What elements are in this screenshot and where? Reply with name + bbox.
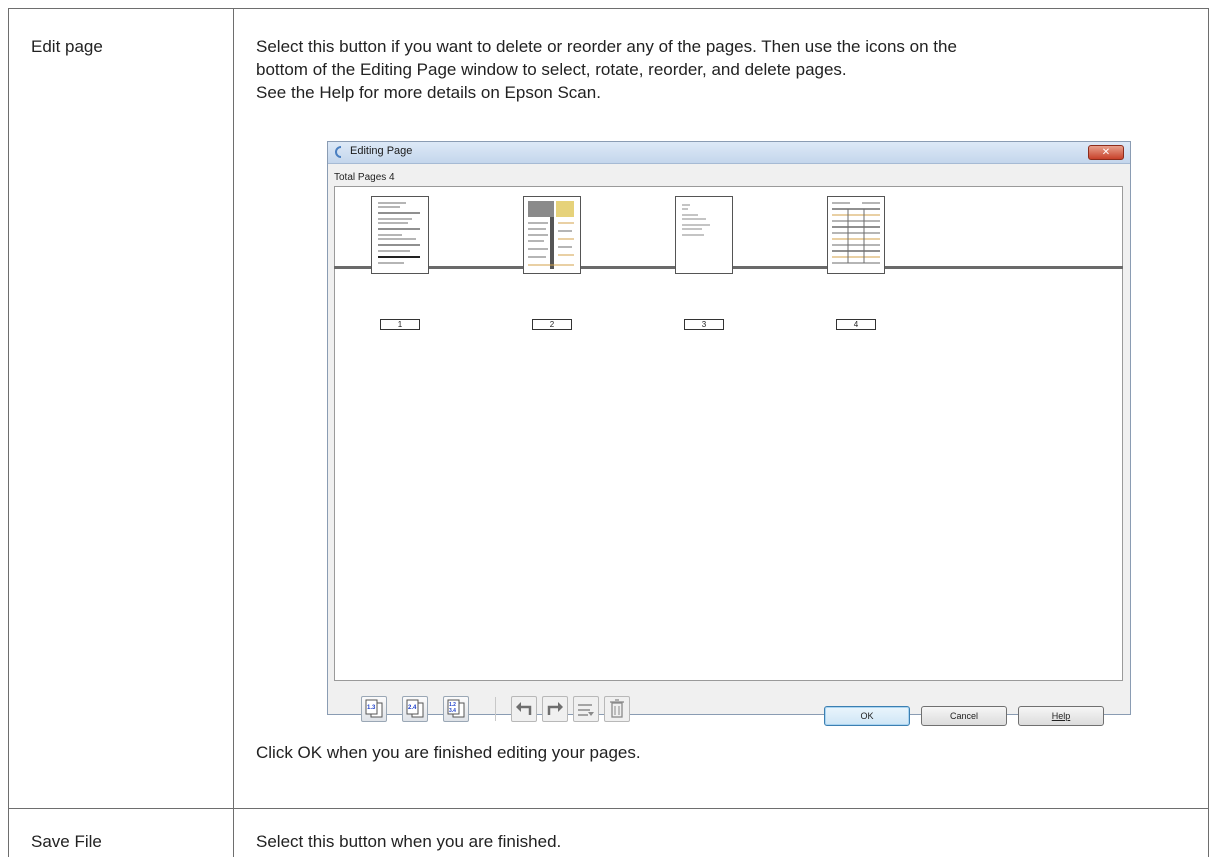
- page-preview-pane: [334, 269, 1123, 681]
- page-thumbnail-4[interactable]: [827, 196, 885, 274]
- page-number-label-2: 2: [532, 319, 572, 330]
- select-even-pages-icon: 2.4: [406, 699, 424, 718]
- editing-page-dialog: Editing Page ✕ Total Pages 4 1 2 3 4 1.3…: [327, 141, 1131, 726]
- rotate-left-button[interactable]: [511, 696, 537, 722]
- page-thumbnail-3[interactable]: [675, 196, 733, 274]
- cancel-button[interactable]: Cancel: [921, 706, 1007, 726]
- total-pages-label: Total Pages 4: [334, 172, 395, 183]
- reorder-pages-icon: [578, 704, 594, 716]
- svg-text:3.4: 3.4: [449, 708, 456, 714]
- svg-text:1.3: 1.3: [367, 705, 376, 711]
- select-all-pages-icon: 1.2 3.4: [447, 699, 465, 718]
- dialog-title: Editing Page: [350, 145, 413, 157]
- page-4-document-icon: [832, 202, 880, 264]
- select-even-pages-button[interactable]: 2.4: [402, 696, 428, 722]
- row-label-edit-page: Edit page: [31, 37, 103, 56]
- select-odd-pages-icon: 1.3: [365, 699, 383, 718]
- delete-page-icon: [610, 699, 624, 718]
- table-border-right: [1208, 8, 1209, 857]
- table-column-divider: [233, 8, 234, 857]
- table-border-left: [8, 8, 9, 857]
- reorder-pages-button[interactable]: [573, 696, 599, 722]
- row-desc-save-file: Select this button when you are finished…: [256, 832, 562, 851]
- ok-button[interactable]: OK: [824, 706, 910, 726]
- row-desc-line-1: Select this button if you want to delete…: [256, 37, 957, 56]
- rotate-left-icon: [516, 702, 532, 715]
- close-button[interactable]: ✕: [1088, 145, 1124, 160]
- rotate-right-button[interactable]: [542, 696, 568, 722]
- epson-scan-app-icon: [335, 146, 342, 158]
- page-number-label-1: 1: [380, 319, 420, 330]
- select-all-pages-button[interactable]: 1.2 3.4: [443, 696, 469, 722]
- dialog-titlebar: Editing Page ✕: [328, 142, 1130, 164]
- page-thumbnail-2[interactable]: [523, 196, 581, 274]
- row-desc-line-2: bottom of the Editing Page window to sel…: [256, 60, 847, 79]
- page-3-document-icon: [682, 204, 710, 236]
- table-row-divider: [8, 808, 1209, 809]
- select-odd-pages-button[interactable]: 1.3: [361, 696, 387, 722]
- page-1-document-icon: [378, 202, 420, 264]
- page-thumbnail-1[interactable]: [371, 196, 429, 274]
- row-footer-text: Click OK when you are finished editing y…: [256, 743, 641, 762]
- row-desc-line-3: See the Help for more details on Epson S…: [256, 83, 601, 102]
- svg-text:2.4: 2.4: [408, 705, 417, 711]
- rotate-right-icon: [547, 702, 563, 715]
- page-2-document-icon: [528, 201, 574, 269]
- page-number-label-3: 3: [684, 319, 724, 330]
- help-button[interactable]: Help: [1018, 706, 1104, 726]
- table-border-top: [8, 8, 1209, 9]
- delete-page-button[interactable]: [604, 696, 630, 722]
- page-number-label-4: 4: [836, 319, 876, 330]
- toolbar-separator: [495, 697, 496, 721]
- row-label-save-file: Save File: [31, 832, 102, 851]
